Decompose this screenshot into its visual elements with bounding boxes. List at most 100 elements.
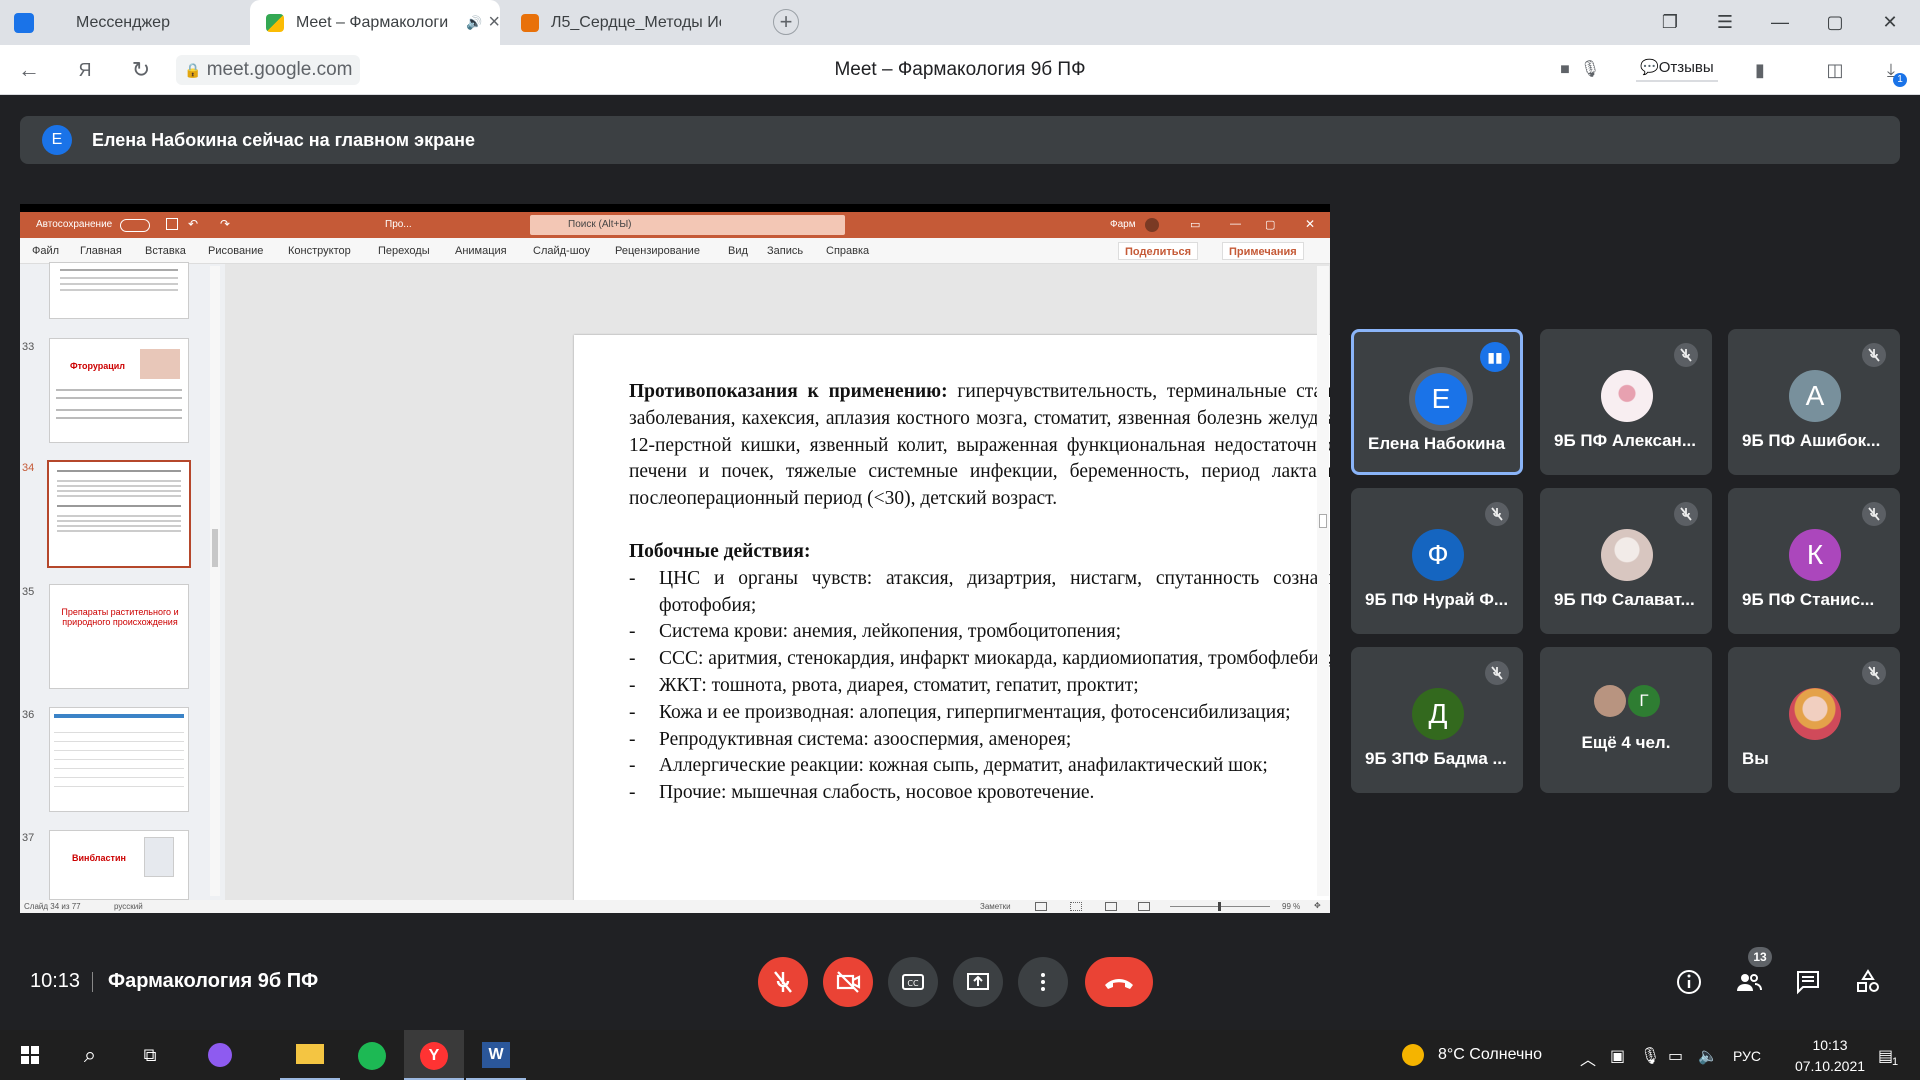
slideshow-icon[interactable]	[1138, 902, 1150, 911]
menu-help[interactable]: Справка	[826, 245, 869, 257]
yandex-icon[interactable]: Я	[70, 55, 100, 85]
weather-sun-icon[interactable]	[1402, 1044, 1424, 1066]
maximize-icon[interactable]: ▢	[1815, 6, 1855, 38]
file-explorer-icon[interactable]	[280, 1030, 340, 1080]
tab-messenger[interactable]: Мессенджер	[60, 0, 250, 45]
url-field[interactable]: 🔒 meet.google.com	[176, 55, 361, 85]
menu-view[interactable]: Вид	[728, 245, 748, 257]
tray-mic-icon[interactable]: 🎙	[1640, 1046, 1660, 1066]
weather-text[interactable]: 8°C Солнечно	[1438, 1046, 1542, 1064]
tray-chevron-icon[interactable]: ︿	[1580, 1046, 1596, 1070]
close-tab-icon[interactable]: ×	[488, 11, 500, 34]
present-screen-button[interactable]	[953, 957, 1003, 1007]
clock-date[interactable]: 07.10.2021	[1792, 1058, 1868, 1074]
notifications-icon[interactable]: ▤	[1878, 1046, 1893, 1066]
account-icon[interactable]	[1145, 218, 1159, 232]
slide-thumbnail-32[interactable]	[49, 262, 189, 319]
ppt-maximize-icon[interactable]: ▢	[1265, 218, 1275, 231]
spotify-icon[interactable]	[342, 1030, 402, 1080]
tab-presentation[interactable]: Л5_Сердце_Методы Иссле	[505, 0, 755, 45]
chat-button[interactable]	[1791, 965, 1825, 999]
captions-button[interactable]: CC	[888, 957, 938, 1007]
participant-tile-speaker[interactable]: Е ▮▮ Елена Набокина	[1351, 329, 1523, 475]
slide-thumbnail-33[interactable]: Фторурацил	[49, 338, 189, 443]
reload-icon[interactable]: ↻	[126, 55, 156, 85]
more-options-button[interactable]	[1018, 957, 1068, 1007]
menu-home[interactable]: Главная	[80, 245, 122, 257]
ppt-search-box[interactable]: Поиск (Alt+Ы)	[530, 215, 845, 235]
slide-sorter-icon[interactable]	[1070, 902, 1082, 911]
menu-draw[interactable]: Рисование	[208, 245, 263, 257]
task-view-icon[interactable]: ⧉	[120, 1030, 180, 1080]
self-tile[interactable]: Вы	[1728, 647, 1900, 793]
search-icon[interactable]: ⌕	[60, 1030, 120, 1080]
menu-review[interactable]: Рецензирование	[615, 245, 700, 257]
slide-thumbnail-36[interactable]	[49, 707, 189, 812]
menu-transitions[interactable]: Переходы	[378, 245, 430, 257]
fit-to-window-icon[interactable]: ✥	[1314, 901, 1321, 910]
participant-tile[interactable]: Д 9Б ЗПФ Бадма ...	[1351, 647, 1523, 793]
participant-tile[interactable]: К 9Б ПФ Станис...	[1728, 488, 1900, 634]
notes-button[interactable]: Заметки	[980, 902, 1011, 911]
participant-tile[interactable]: 9Б ПФ Салават...	[1540, 488, 1712, 634]
tray-device-icon[interactable]: ▣	[1610, 1046, 1625, 1066]
leave-call-button[interactable]	[1085, 957, 1153, 1007]
mic-indicator-icon[interactable]: 🎙	[1575, 55, 1605, 85]
mic-toggle-button[interactable]	[758, 957, 808, 1007]
feedback-button[interactable]: 💬Отзывы	[1636, 58, 1718, 82]
language-indicator[interactable]: РУС	[1733, 1048, 1761, 1064]
comments-button[interactable]: Примечания	[1222, 242, 1304, 260]
undo-icon[interactable]: ↶	[188, 217, 198, 231]
zoom-level[interactable]: 99 %	[1282, 902, 1300, 911]
menu-file[interactable]: Файл	[32, 245, 59, 257]
menu-record[interactable]: Запись	[767, 245, 803, 257]
current-slide[interactable]: Противопоказания к применению: гиперчувс…	[574, 335, 1330, 913]
share-button[interactable]: Поделиться	[1118, 242, 1199, 260]
menu-animation[interactable]: Анимация	[455, 245, 507, 257]
volume-icon[interactable]: 🔈	[1698, 1046, 1718, 1066]
ppt-close-icon[interactable]: ✕	[1305, 217, 1315, 231]
yandex-browser-icon[interactable]: Y	[404, 1030, 464, 1080]
participants-button[interactable]	[1731, 965, 1765, 999]
slide-scrollbar-thumb[interactable]	[1319, 514, 1327, 528]
start-button[interactable]	[0, 1030, 60, 1080]
thumbnail-scrollbar-thumb[interactable]	[212, 529, 218, 567]
reading-view-icon[interactable]	[1105, 902, 1117, 911]
tab-manager-icon[interactable]: ❐	[1650, 6, 1690, 38]
redo-icon[interactable]: ↷	[220, 217, 230, 231]
doc-short-name[interactable]: Про...	[385, 219, 412, 230]
word-icon[interactable]: W	[466, 1030, 526, 1080]
camera-toggle-button[interactable]	[823, 957, 873, 1007]
ribbon-display-icon[interactable]: ▭	[1190, 218, 1200, 231]
collections-icon[interactable]: ◫	[1820, 55, 1850, 85]
slide-thumbnail-34-selected[interactable]	[47, 460, 191, 568]
language-indicator[interactable]: русский	[114, 902, 143, 911]
meeting-details-button[interactable]	[1672, 965, 1706, 999]
thumbnail-scrollbar[interactable]	[210, 266, 220, 896]
clock-time[interactable]: 10:13	[1792, 1037, 1868, 1053]
ppt-minimize-icon[interactable]: —	[1230, 218, 1241, 230]
menu-icon[interactable]: ☰	[1705, 6, 1745, 38]
participant-tile[interactable]: 9Б ПФ Алексан...	[1540, 329, 1712, 475]
close-window-icon[interactable]: ✕	[1870, 6, 1910, 38]
save-icon[interactable]	[166, 218, 178, 230]
autosave-toggle[interactable]	[120, 219, 150, 232]
activities-button[interactable]	[1851, 965, 1885, 999]
browser-app-icon[interactable]	[14, 13, 34, 33]
zoom-slider-handle[interactable]	[1218, 902, 1221, 911]
more-participants-tile[interactable]: Г Ещё 4 чел.	[1540, 647, 1712, 793]
participant-tile[interactable]: Ф 9Б ПФ Нурай Ф...	[1351, 488, 1523, 634]
minimize-icon[interactable]: —	[1760, 6, 1800, 38]
slide-thumbnail-37[interactable]: Винбластин	[49, 830, 189, 900]
slide-thumbnail-35[interactable]: Препараты растительного и природного про…	[49, 584, 189, 689]
slide-scrollbar[interactable]	[1317, 266, 1329, 896]
tab-meet[interactable]: Meet – Фармакологи 🔊 ×	[250, 0, 500, 45]
bookmark-icon[interactable]: ▮	[1745, 55, 1775, 85]
new-tab-button[interactable]: +	[773, 9, 799, 35]
menu-slideshow[interactable]: Слайд-шоу	[533, 245, 590, 257]
participant-tile[interactable]: А 9Б ПФ Ашибок...	[1728, 329, 1900, 475]
normal-view-icon[interactable]	[1035, 902, 1047, 911]
menu-insert[interactable]: Вставка	[145, 245, 186, 257]
back-icon[interactable]: ←	[14, 55, 44, 85]
app-icon-purple[interactable]	[190, 1030, 250, 1080]
